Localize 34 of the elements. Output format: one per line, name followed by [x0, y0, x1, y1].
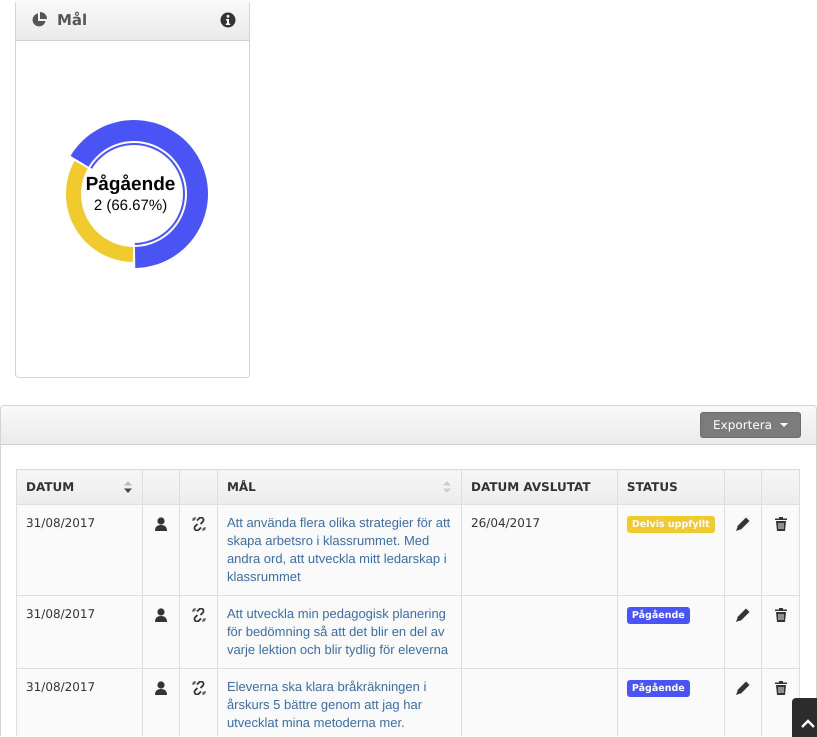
unlink-icon[interactable] [192, 681, 206, 695]
pie-chart-icon [31, 12, 47, 28]
unlink-icon[interactable] [192, 608, 206, 622]
chevron-up-icon [801, 719, 815, 728]
table-cell: 31/08/2017 [16, 596, 142, 668]
column-header: STATUS [617, 470, 724, 504]
person-icon[interactable] [154, 608, 167, 622]
column-header[interactable]: MÅL [217, 470, 462, 504]
table-cell: 31/08/2017 [16, 668, 142, 736]
status-badge: Delvis uppfyllt [626, 516, 715, 533]
edit-icon[interactable] [736, 517, 750, 531]
sort-icon[interactable] [122, 480, 133, 494]
table-cell: 31/08/2017 [16, 504, 142, 596]
chart-center-label: Pågående [86, 174, 176, 196]
unlink-icon[interactable] [192, 517, 206, 531]
person-icon[interactable] [154, 517, 167, 531]
chart-center-value: 2 (66.67%) [94, 197, 168, 214]
status-badge: Pågående [626, 680, 690, 697]
edit-icon[interactable] [736, 681, 750, 695]
caret-icon [780, 423, 788, 427]
column-header: DATUM AVSLUTAT [462, 470, 618, 504]
delete-icon[interactable] [774, 608, 787, 622]
column-header[interactable]: DATUM [16, 470, 142, 504]
donut-slice[interactable] [70, 120, 208, 268]
info-icon[interactable] [220, 12, 236, 28]
delete-icon[interactable] [774, 681, 787, 695]
table-cell: 26/04/2017 [462, 504, 618, 596]
scroll-top-button[interactable] [792, 698, 817, 737]
export-button[interactable]: Exportera [700, 412, 801, 438]
status-badge: Pågående [626, 607, 690, 624]
panel-title: Mål [57, 11, 88, 29]
delete-icon[interactable] [774, 517, 787, 531]
person-icon[interactable] [154, 681, 167, 695]
edit-icon[interactable] [736, 608, 750, 622]
